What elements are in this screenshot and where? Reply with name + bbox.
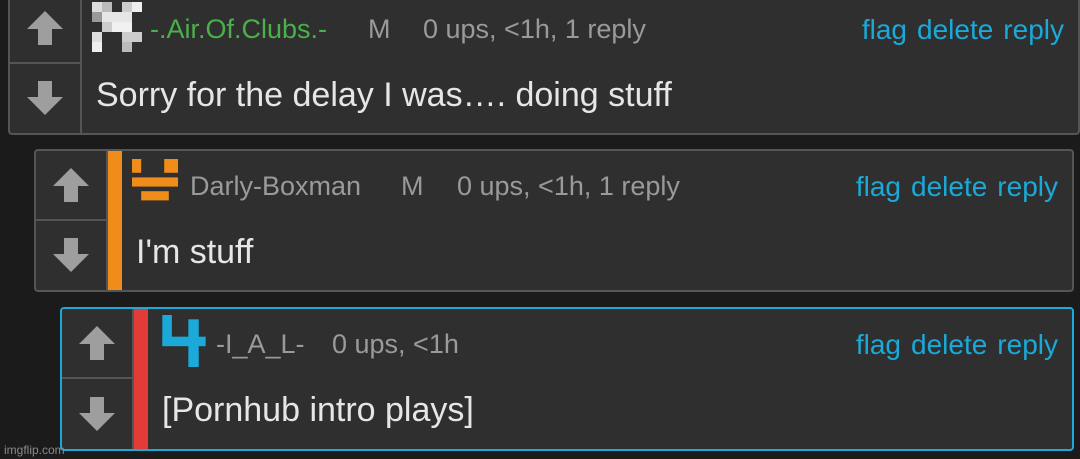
flag-link[interactable]: flag	[856, 171, 901, 202]
comment-actions: flag delete reply	[846, 171, 1058, 203]
vote-column	[36, 151, 108, 290]
upvote-button[interactable]	[10, 0, 80, 64]
vote-column	[62, 309, 134, 449]
thread-accent-bar	[134, 309, 148, 449]
comment-actions: flag delete reply	[846, 329, 1058, 361]
downvote-button[interactable]	[36, 221, 106, 291]
delete-link[interactable]: delete	[911, 329, 987, 360]
user-avatar[interactable]	[92, 2, 142, 52]
comment: -.Air.Of.Clubs.- M 0 ups, <1h, 1 reply f…	[8, 0, 1080, 135]
comment-body: I'm stuff	[136, 233, 254, 271]
comment-meta: 0 ups, <1h	[332, 329, 459, 359]
upvote-button[interactable]	[36, 151, 106, 221]
mod-badge: M	[368, 14, 391, 44]
arrow-down-icon	[27, 81, 63, 116]
delete-link[interactable]: delete	[911, 171, 987, 202]
comment-actions: flag delete reply	[852, 14, 1064, 46]
comment-reply-selected: -I_A_L- 0 ups, <1h flag delete reply [Porn…	[60, 307, 1074, 451]
user-avatar[interactable]	[162, 315, 206, 367]
comment-meta: 0 ups, <1h, 1 reply	[423, 14, 646, 44]
arrow-up-icon	[27, 10, 63, 45]
vote-column	[10, 0, 82, 133]
comment-meta: 0 ups, <1h, 1 reply	[457, 171, 680, 201]
user-avatar[interactable]	[132, 159, 178, 205]
thread-accent-bar	[108, 151, 122, 290]
delete-link[interactable]: delete	[917, 14, 993, 45]
username-link[interactable]: -I_A_L-	[216, 329, 305, 360]
upvote-button[interactable]	[62, 309, 132, 379]
username-link[interactable]: -.Air.Of.Clubs.-	[150, 14, 327, 45]
flag-link[interactable]: flag	[862, 14, 907, 45]
downvote-button[interactable]	[62, 379, 132, 449]
arrow-up-icon	[79, 326, 115, 360]
reply-link[interactable]: reply	[997, 329, 1058, 360]
flag-link[interactable]: flag	[856, 329, 901, 360]
downvote-button[interactable]	[10, 64, 80, 134]
reply-link[interactable]: reply	[1003, 14, 1064, 45]
reply-link[interactable]: reply	[997, 171, 1058, 202]
arrow-up-icon	[53, 167, 89, 202]
watermark: imgflip.com	[4, 443, 65, 457]
username-link[interactable]: Darly-Boxman	[190, 171, 361, 202]
comment-body: Sorry for the delay I was…. doing stuff	[96, 76, 672, 114]
comment-reply: Darly-Boxman M 0 ups, <1h, 1 reply flag d…	[34, 149, 1074, 292]
arrow-down-icon	[79, 397, 115, 431]
comment-body: [Pornhub intro plays]	[162, 391, 474, 429]
arrow-down-icon	[53, 238, 89, 273]
mod-badge: M	[401, 171, 424, 201]
